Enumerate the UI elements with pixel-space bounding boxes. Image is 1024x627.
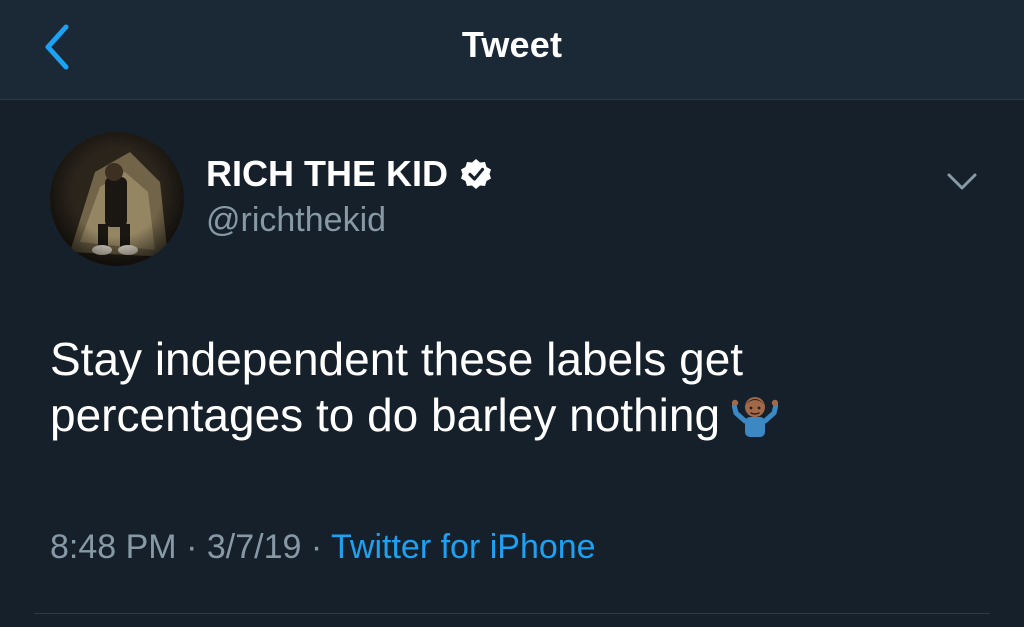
avatar-image [50, 132, 184, 266]
top-bar: Tweet [0, 0, 1024, 100]
tweet-time: 8:48 PM [50, 528, 177, 566]
meta-separator: · [310, 528, 323, 566]
tweet-text-line-with-emoji: percentages to do barley nothing [50, 387, 950, 443]
tweet-detail: RICH THE KID @richthekid Stay independen… [0, 101, 1024, 627]
author-handle[interactable]: @richthekid [206, 201, 386, 240]
tweet-text-line: percentages to do barley nothing [50, 389, 721, 441]
tweet-text: Stay independent these labels get percen… [50, 331, 950, 443]
meta-separator: · [186, 528, 198, 566]
page-title: Tweet [461, 24, 563, 65]
author-name-text: RICH THE KID [206, 153, 448, 194]
man-shrugging-emoji-icon [732, 393, 779, 439]
divider [34, 613, 990, 614]
avatar[interactable] [50, 132, 184, 266]
tweet-options-button[interactable] [944, 167, 980, 195]
author-display-name[interactable]: RICH THE KID [206, 153, 492, 195]
tweet-source-link[interactable]: Twitter for iPhone [331, 528, 596, 566]
tweet-text-line: Stay independent these labels get [50, 333, 744, 385]
tweet-meta: 8:48 PM · 3/7/19 · Twitter for iPhone [50, 528, 596, 567]
verified-badge-icon [460, 158, 492, 190]
tweet-date: 3/7/19 [206, 528, 302, 566]
chevron-down-icon [947, 173, 977, 190]
